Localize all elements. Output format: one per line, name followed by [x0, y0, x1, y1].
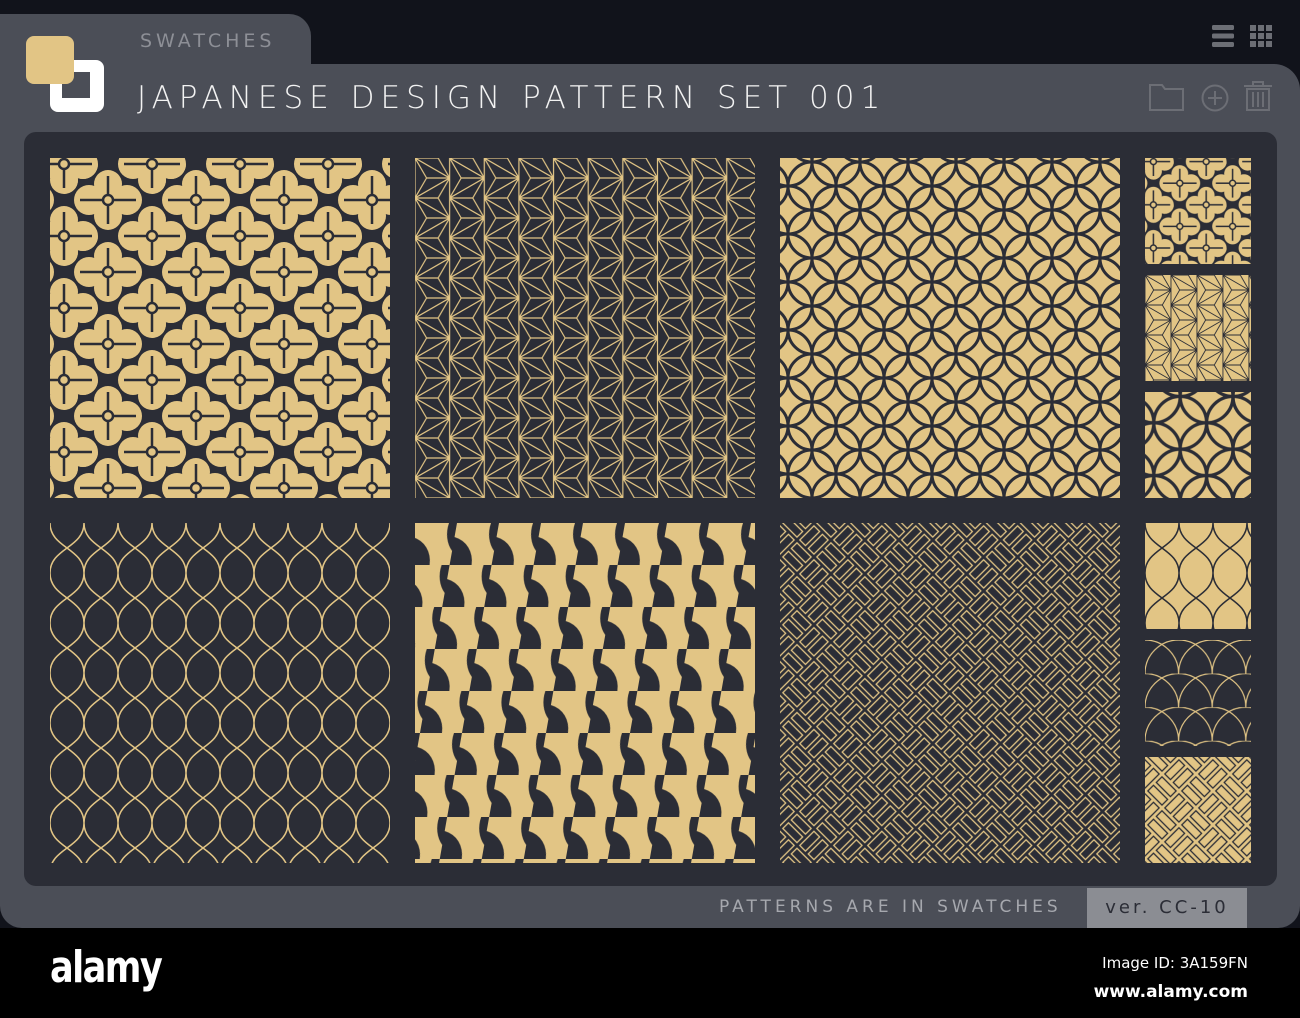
swatch-thumb-asanoha[interactable] — [1145, 275, 1251, 381]
grid-view-icon[interactable] — [1250, 24, 1274, 48]
swatch-shippo[interactable] — [780, 158, 1120, 498]
swatch-tatewaku-net[interactable] — [50, 523, 390, 863]
watermark-image-id: Image ID: 3A159FN — [1102, 954, 1248, 972]
swatch-thumb-tatewaku-net[interactable] — [1145, 523, 1251, 629]
add-circle-icon[interactable] — [1200, 83, 1230, 113]
list-view-icon[interactable] — [1212, 24, 1236, 48]
watermark-bar: alamy Image ID: 3A159FN www.alamy.com — [0, 928, 1300, 1018]
folder-icon[interactable] — [1148, 82, 1186, 112]
swatch-thumb-hanabishi-flower[interactable] — [1145, 158, 1251, 264]
swatch-thumb-shippo[interactable] — [1145, 392, 1251, 498]
swatch-asanoha[interactable] — [415, 158, 755, 498]
swatch-thumb-ajiro-weave[interactable] — [1145, 757, 1251, 863]
tab-label[interactable]: SWATCHES — [140, 30, 275, 52]
watermark-url: www.alamy.com — [1093, 982, 1248, 1002]
swatch-fan-wave[interactable] — [415, 523, 755, 863]
watermark-logo: alamy — [50, 942, 163, 993]
app-logo-icon — [26, 36, 74, 84]
swatch-ajiro-weave[interactable] — [780, 523, 1120, 863]
version-badge: ver. CC-10 — [1087, 888, 1247, 928]
swatch-hanabishi-flower[interactable] — [50, 158, 390, 498]
trash-icon[interactable] — [1242, 80, 1274, 112]
swatch-thumb-fan-wave[interactable] — [1145, 640, 1251, 746]
footer-note: PATTERNS ARE IN SWATCHES — [719, 897, 1062, 917]
page-title: JAPANESE DESIGN PATTERN SET 001 — [137, 80, 887, 116]
